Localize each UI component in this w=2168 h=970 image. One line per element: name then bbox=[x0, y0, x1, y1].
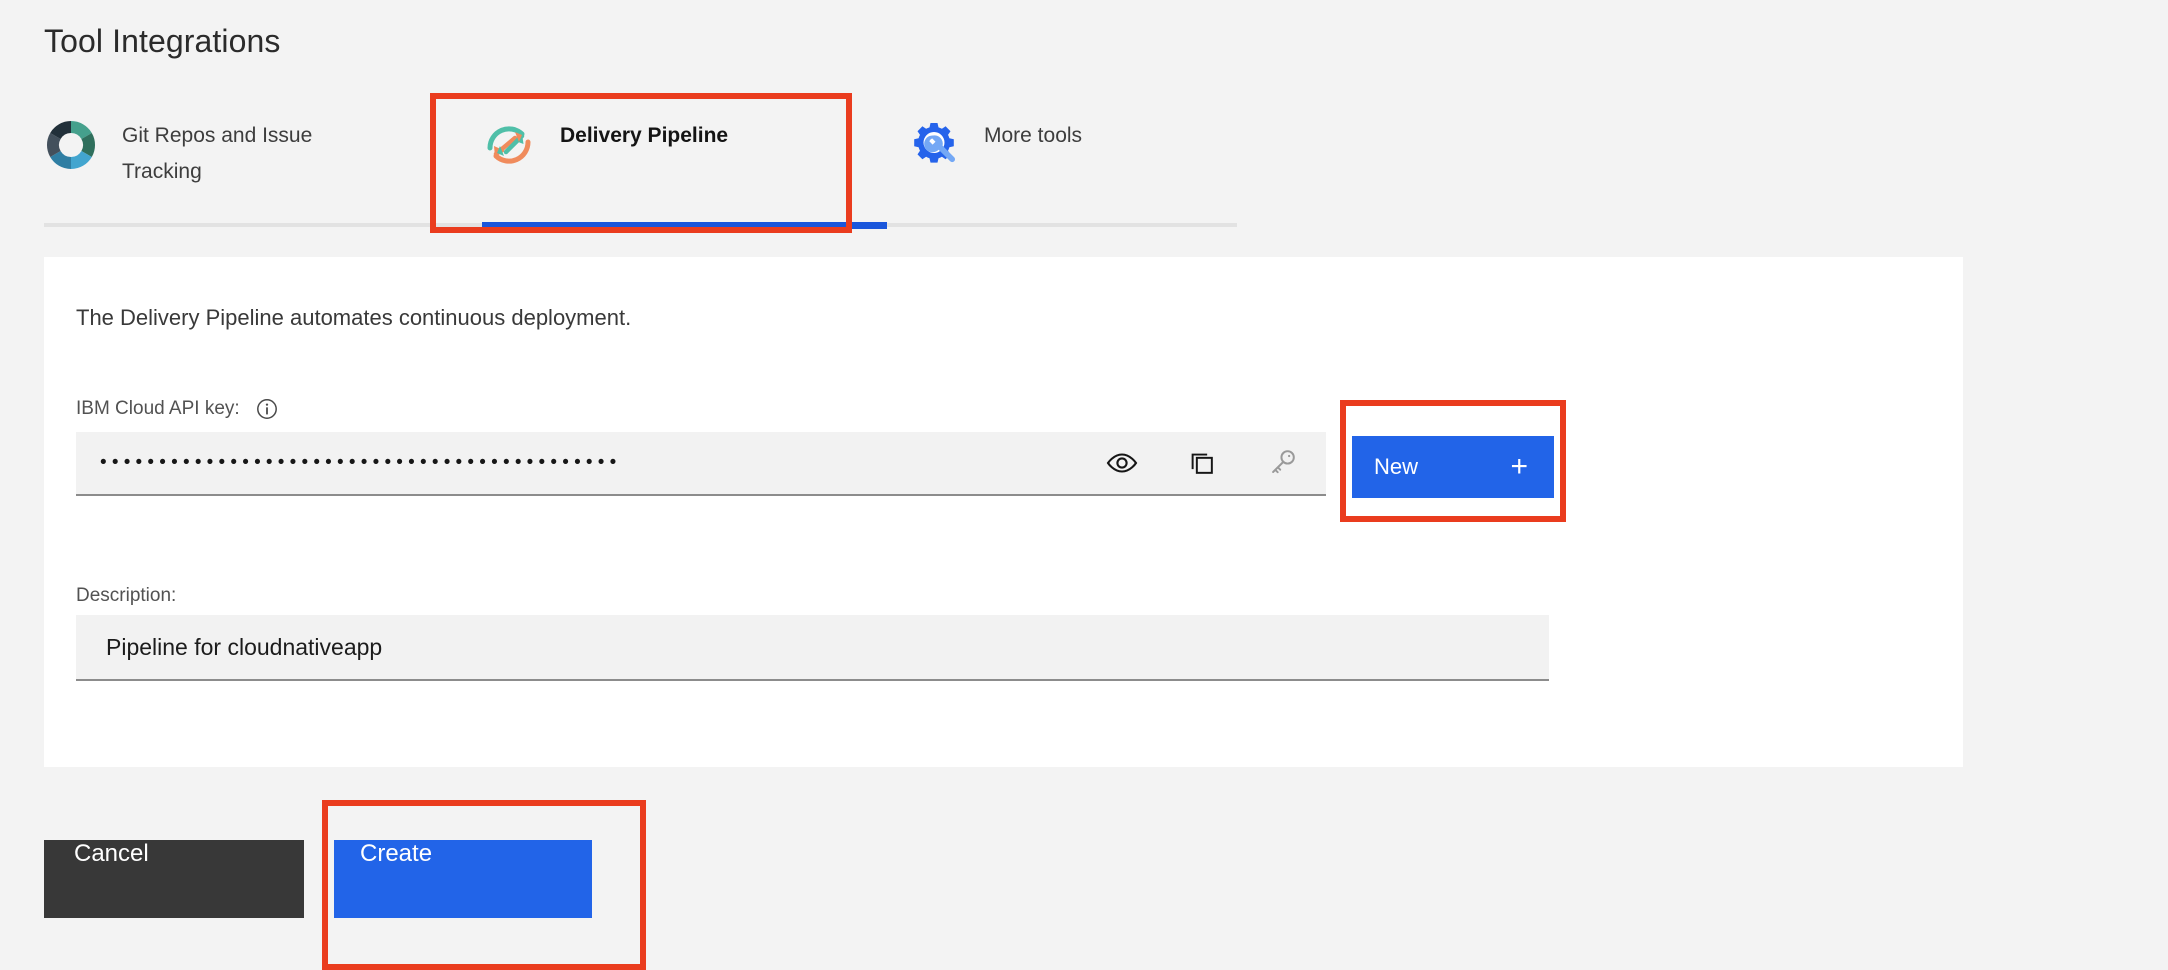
tab-git-repos-and-issue-tracking[interactable]: Git Repos and Issue Tracking bbox=[44, 96, 434, 220]
tab-delivery-pipeline-label: Delivery Pipeline bbox=[560, 124, 729, 147]
tab-git-repos-label: Git Repos and Issue Tracking bbox=[122, 124, 313, 183]
eye-icon[interactable] bbox=[1094, 435, 1150, 491]
info-icon[interactable] bbox=[256, 398, 278, 420]
description-input[interactable]: Pipeline for cloudnativeapp bbox=[76, 615, 1549, 681]
git-repos-donut-icon bbox=[44, 118, 98, 172]
new-api-key-button[interactable]: New + bbox=[1352, 436, 1554, 498]
delivery-pipeline-icon bbox=[482, 118, 536, 172]
tab-more-tools-label: More tools bbox=[984, 124, 1083, 147]
plus-icon: + bbox=[1510, 450, 1528, 483]
new-api-key-button-label: New bbox=[1374, 454, 1419, 479]
api-key-action-group bbox=[1070, 432, 1310, 494]
api-key-label: IBM Cloud API key: bbox=[76, 398, 240, 419]
create-button[interactable]: Create bbox=[334, 840, 592, 918]
description-label: Description: bbox=[76, 585, 177, 606]
key-icon bbox=[1254, 435, 1310, 491]
page-title: Tool Integrations bbox=[44, 23, 281, 59]
active-tab-indicator bbox=[482, 222, 887, 229]
api-key-input[interactable]: ••••••••••••••••••••••••••••••••••••••••… bbox=[76, 432, 1326, 496]
tab-strip: Git Repos and Issue Tracking Delivery Pi… bbox=[44, 96, 1237, 229]
tool-integrations-page: Tool Integrations Git Repos and Issue Tr… bbox=[0, 0, 2168, 970]
gear-wrench-icon bbox=[906, 118, 960, 172]
tab-more-tools[interactable]: More tools bbox=[906, 96, 1236, 220]
api-key-masked-value: ••••••••••••••••••••••••••••••••••••••••… bbox=[100, 452, 622, 473]
cancel-button[interactable]: Cancel bbox=[44, 840, 304, 918]
api-key-label-row: IBM Cloud API key: bbox=[76, 396, 278, 422]
form-description-text: The Delivery Pipeline automates continuo… bbox=[76, 305, 632, 330]
delivery-pipeline-form-card: The Delivery Pipeline automates continuo… bbox=[44, 257, 1963, 767]
tab-delivery-pipeline[interactable]: Delivery Pipeline bbox=[482, 96, 888, 220]
copy-icon[interactable] bbox=[1174, 435, 1230, 491]
